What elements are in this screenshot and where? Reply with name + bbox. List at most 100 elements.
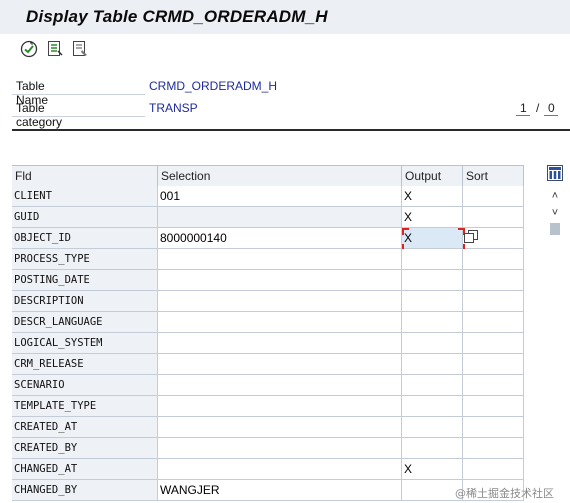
selection-input[interactable]: WANGJER <box>158 480 402 501</box>
sort-input[interactable] <box>463 375 524 396</box>
field-name-cell: PROCESS_TYPE <box>12 249 158 270</box>
field-name-cell: SCENARIO <box>12 375 158 396</box>
divider <box>12 94 145 95</box>
scrollbar-thumb[interactable] <box>550 223 560 235</box>
table-row: OBJECT_ID 8000000140 X <box>12 228 524 251</box>
field-name-cell: CRM_RELEASE <box>12 354 158 375</box>
field-name-cell: CHANGED_AT <box>12 459 158 480</box>
sort-input[interactable] <box>463 459 524 480</box>
scroll-down-button[interactable]: ˅ <box>548 207 562 219</box>
grid-header: Fld Selection Output Sort <box>12 165 524 187</box>
column-header-selection[interactable]: Selection <box>158 166 402 186</box>
document-detail-icon[interactable] <box>71 40 89 58</box>
sort-input[interactable] <box>463 186 524 207</box>
field-name-cell: CREATED_AT <box>12 417 158 438</box>
selection-input[interactable] <box>158 270 402 291</box>
output-checkbox[interactable]: X <box>402 207 463 228</box>
sort-input[interactable] <box>463 417 524 438</box>
sort-input[interactable] <box>463 396 524 417</box>
field-name-cell: DESCR_LANGUAGE <box>12 312 158 333</box>
title-bar: Display Table CRMD_ORDERADM_H <box>0 0 570 34</box>
selection-input[interactable] <box>158 312 402 333</box>
table-name-value[interactable]: CRMD_ORDERADM_H <box>149 79 277 93</box>
table-row: TEMPLATE_TYPE <box>12 396 524 417</box>
field-name-cell: CREATED_BY <box>12 438 158 459</box>
field-name-cell: OBJECT_ID <box>12 228 158 249</box>
divider <box>12 116 145 117</box>
table-row: CHANGED_BY WANGJER <box>12 480 524 501</box>
scroll-up-button[interactable]: ˄ <box>548 190 562 202</box>
multiple-selection-icon[interactable] <box>463 230 479 244</box>
field-name-cell: GUID <box>12 207 158 228</box>
table-row: CREATED_AT <box>12 417 524 438</box>
field-name-cell: CLIENT <box>12 186 158 207</box>
selection-input[interactable] <box>158 249 402 270</box>
output-checkbox[interactable] <box>402 354 463 375</box>
sort-input[interactable] <box>463 438 524 459</box>
table-row: GUID X <box>12 207 524 228</box>
field-list-icon[interactable] <box>46 40 64 58</box>
sort-input[interactable] <box>463 207 524 228</box>
field-name-cell: LOGICAL_SYSTEM <box>12 333 158 354</box>
table-row: PROCESS_TYPE <box>12 249 524 270</box>
divider <box>516 115 530 116</box>
output-checkbox[interactable] <box>402 270 463 291</box>
selection-input[interactable] <box>158 375 402 396</box>
field-name-cell: POSTING_DATE <box>12 270 158 291</box>
column-header-sort[interactable]: Sort <box>463 166 524 186</box>
output-checkbox[interactable] <box>402 396 463 417</box>
page-total: 0 <box>548 101 555 115</box>
sort-input[interactable] <box>463 249 524 270</box>
table-row: CREATED_BY <box>12 438 524 459</box>
header-separator <box>12 129 570 131</box>
output-checkbox[interactable] <box>402 249 463 270</box>
page-current: 1 <box>520 101 527 115</box>
column-header-fld[interactable]: Fld <box>12 166 158 186</box>
page-title: Display Table CRMD_ORDERADM_H <box>26 7 328 26</box>
table-category-label: Table category <box>16 101 63 129</box>
output-checkbox[interactable]: X <box>402 459 463 480</box>
scrollbar-track[interactable] <box>549 238 561 503</box>
output-checkbox[interactable]: X <box>402 186 463 207</box>
table-row: DESCR_LANGUAGE <box>12 312 524 333</box>
field-name-cell: TEMPLATE_TYPE <box>12 396 158 417</box>
selection-input[interactable] <box>158 417 402 438</box>
table-category-value[interactable]: TRANSP <box>149 101 198 115</box>
table-row: CHANGED_AT X <box>12 459 524 480</box>
selection-input[interactable] <box>158 438 402 459</box>
selection-input[interactable]: 001 <box>158 186 402 207</box>
execute-icon[interactable] <box>20 40 38 58</box>
sort-input[interactable] <box>463 270 524 291</box>
field-name-cell: DESCRIPTION <box>12 291 158 312</box>
sort-input[interactable] <box>463 333 524 354</box>
output-checkbox[interactable] <box>402 375 463 396</box>
selection-input[interactable] <box>158 459 402 480</box>
selection-input[interactable] <box>158 396 402 417</box>
sort-input[interactable] <box>463 291 524 312</box>
field-name-cell: CHANGED_BY <box>12 480 158 501</box>
selection-input[interactable]: 8000000140 <box>158 228 402 249</box>
column-header-output[interactable]: Output <box>402 166 463 186</box>
selection-input[interactable] <box>158 207 402 228</box>
output-checkbox[interactable] <box>402 417 463 438</box>
selection-input[interactable] <box>158 291 402 312</box>
column-settings-icon[interactable] <box>547 165 563 181</box>
output-checkbox[interactable] <box>402 438 463 459</box>
output-checkbox[interactable] <box>402 291 463 312</box>
focus-marker <box>402 228 409 235</box>
page-separator: / <box>536 101 540 115</box>
output-checkbox[interactable] <box>402 480 463 501</box>
table-row: DESCRIPTION <box>12 291 524 312</box>
table-row: POSTING_DATE <box>12 270 524 291</box>
output-checkbox[interactable] <box>402 312 463 333</box>
table-row: CRM_RELEASE <box>12 354 524 375</box>
selection-input[interactable] <box>158 333 402 354</box>
output-checkbox[interactable]: X <box>402 228 463 249</box>
sort-input[interactable] <box>463 312 524 333</box>
table-row: CLIENT 001 X <box>12 186 524 207</box>
output-checkbox[interactable] <box>402 333 463 354</box>
table-row: LOGICAL_SYSTEM <box>12 333 524 354</box>
watermark: @稀土掘金技术社区 <box>455 487 554 500</box>
selection-input[interactable] <box>158 354 402 375</box>
sort-input[interactable] <box>463 354 524 375</box>
